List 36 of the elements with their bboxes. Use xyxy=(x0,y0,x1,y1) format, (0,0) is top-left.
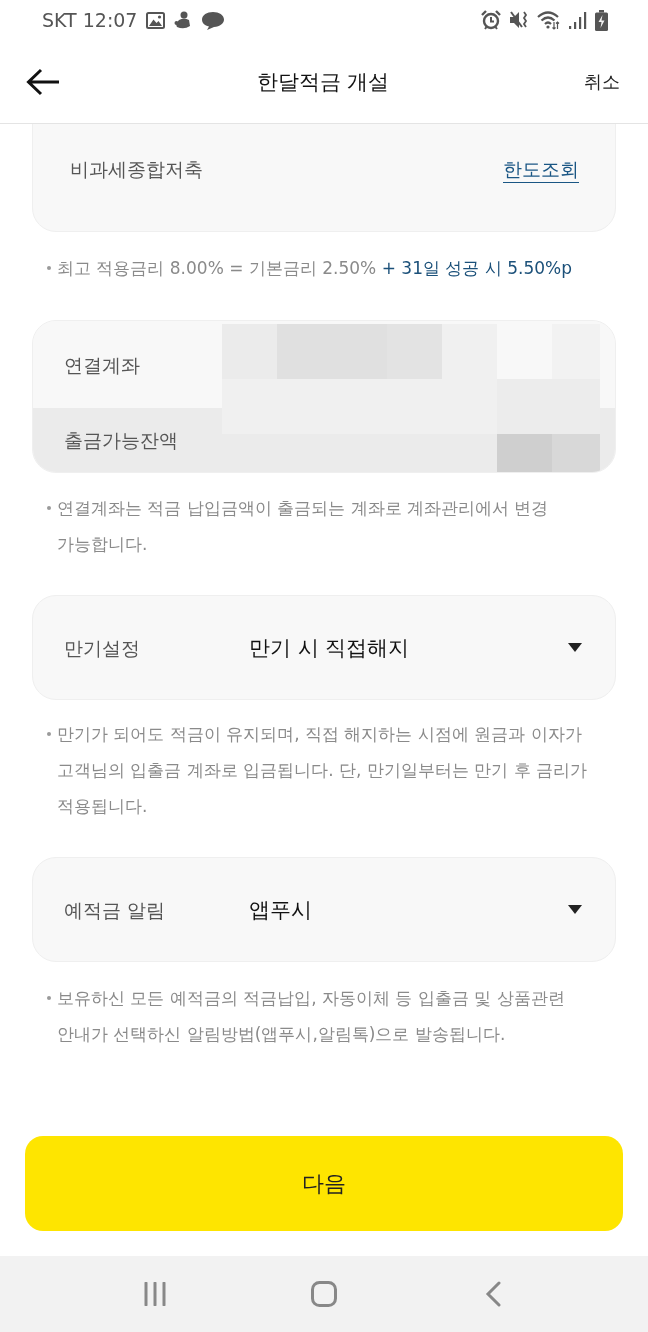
maturity-value: 만기 시 직접해지 xyxy=(249,634,411,662)
next-button[interactable]: 다음 xyxy=(25,1136,623,1231)
bullet-icon xyxy=(47,996,51,1000)
alert-label: 예적금 알림 xyxy=(64,897,167,923)
dropdown-caret-icon xyxy=(568,643,582,652)
cancel-button[interactable]: 취소 xyxy=(584,68,620,95)
image-icon xyxy=(146,11,166,29)
bullet-icon xyxy=(47,732,51,736)
wifi-icon xyxy=(537,10,560,30)
muted-vibrate-icon xyxy=(509,10,529,30)
limit-inquiry-link[interactable]: 한도조회 xyxy=(503,154,579,184)
alert-select[interactable]: 예적금 알림 앱푸시 xyxy=(32,857,616,962)
dropdown-caret-icon xyxy=(568,905,582,914)
tax-free-label: 비과세종합저축 xyxy=(70,157,203,182)
page-title: 한달적금 개설 xyxy=(256,68,390,96)
available-balance-label: 출금가능잔액 xyxy=(64,428,178,453)
back-arrow-icon[interactable] xyxy=(26,67,60,96)
carrier-and-time: SKT 12:07 xyxy=(42,8,138,32)
bullet-icon xyxy=(47,506,51,510)
battery-charging-icon xyxy=(595,9,608,31)
chat-bubble-icon xyxy=(201,10,226,30)
maturity-select[interactable]: 만기설정 만기 시 직접해지 xyxy=(32,595,616,700)
back-icon[interactable] xyxy=(485,1281,501,1307)
alert-value: 앱푸시 xyxy=(249,896,313,924)
rate-note: 최고 적용금리 8.00% = 기본금리 2.50% + 31일 성공 시 5.50%p xyxy=(57,257,573,280)
signal-icon xyxy=(568,10,587,30)
home-icon[interactable] xyxy=(311,1281,337,1307)
bullet-icon xyxy=(47,266,51,270)
alert-note: 보유하신 모든 예적금의 적금납입, 자동이체 등 입출금 및 상품관련 안내가 선택하신 알림방법(앱푸시,알림톡)으로 발송됩니다. xyxy=(57,987,566,1046)
maturity-note: 만기가 되어도 적금이 유지되며, 직접 해지하는 시점에 원금과 이자가 고객님의 입출금 계좌로 입금됩니다. 단, 만기일부터는 만기 후 금리가 적용됩니다. xyxy=(57,723,589,818)
recent-apps-icon[interactable] xyxy=(144,1282,166,1306)
linked-account-label: 연결계좌 xyxy=(64,352,140,378)
person-figure-icon xyxy=(174,10,193,30)
maturity-label: 만기설정 xyxy=(64,635,141,661)
alarm-clock-icon xyxy=(481,10,501,30)
account-note: 연결계좌는 적금 납입금액이 출금되는 계좌로 계좌관리에서 변경 가능합니다. xyxy=(57,497,550,556)
